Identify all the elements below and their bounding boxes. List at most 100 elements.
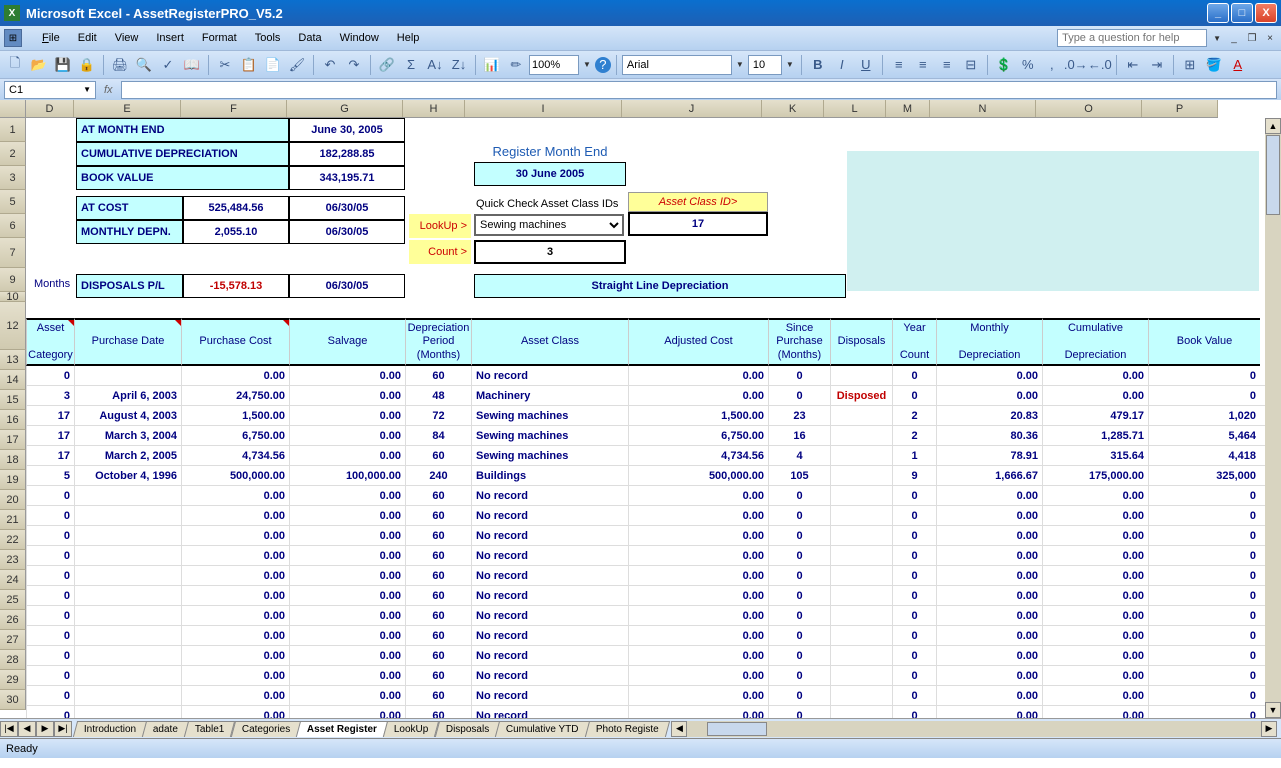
cell-mdep[interactable]: 20.83	[936, 406, 1042, 426]
cell-period[interactable]: 60	[405, 626, 471, 646]
font-size-input[interactable]	[748, 55, 782, 75]
cell-bv[interactable]: 0	[1148, 626, 1260, 646]
col-header-E[interactable]: E	[74, 100, 181, 117]
depreciation-method[interactable]: Straight Line Depreciation	[474, 274, 846, 298]
tab-nav-next-icon[interactable]: ▶	[36, 721, 54, 737]
row-header-10[interactable]: 10	[0, 292, 26, 302]
chart-icon[interactable]: 📊	[481, 54, 503, 76]
cell-cdep[interactable]: 0.00	[1042, 506, 1148, 526]
cell-salvage[interactable]: 0.00	[289, 566, 405, 586]
row-header-7[interactable]: 7	[0, 238, 26, 268]
cell-class[interactable]: No record	[471, 506, 628, 526]
cell-date[interactable]	[74, 646, 181, 666]
merge-icon[interactable]: ⊟	[960, 54, 982, 76]
cell-since[interactable]: 4	[768, 446, 830, 466]
cell-date[interactable]: March 2, 2005	[74, 446, 181, 466]
sheet-tab-categories[interactable]: Categories	[231, 721, 302, 737]
cell-since[interactable]: 0	[768, 626, 830, 646]
cell-cdep[interactable]: 0.00	[1042, 366, 1148, 386]
cell-bv[interactable]: 0	[1148, 366, 1260, 386]
cell-bv[interactable]: 0	[1148, 586, 1260, 606]
cell-since[interactable]: 16	[768, 426, 830, 446]
increase-decimal-icon[interactable]: .0→	[1065, 54, 1087, 76]
save-icon[interactable]: 💾	[52, 54, 74, 76]
row-header-27[interactable]: 27	[0, 630, 26, 650]
cell-cat[interactable]: 0	[26, 626, 74, 646]
cell-salvage[interactable]: 0.00	[289, 386, 405, 406]
font-dropdown-icon[interactable]: ▼	[734, 60, 746, 69]
cell-mdep[interactable]: 0.00	[936, 586, 1042, 606]
cell-cdep[interactable]: 175,000.00	[1042, 466, 1148, 486]
spreadsheet-grid[interactable]: DEFGHIJKLMNOP 12356791012131415161718192…	[0, 100, 1281, 718]
col-header-P[interactable]: P	[1142, 100, 1218, 117]
paste-icon[interactable]: 📄	[262, 54, 284, 76]
cell-cost[interactable]: 0.00	[181, 546, 289, 566]
cell-cat[interactable]: 0	[26, 546, 74, 566]
row-header-28[interactable]: 28	[0, 650, 26, 670]
cell-period[interactable]: 60	[405, 586, 471, 606]
name-box[interactable]: C1▼	[4, 81, 96, 99]
cell-mdep[interactable]: 78.91	[936, 446, 1042, 466]
cell-class[interactable]: No record	[471, 626, 628, 646]
maximize-button[interactable]: □	[1231, 3, 1253, 23]
cell-since[interactable]: 105	[768, 466, 830, 486]
cell-salvage[interactable]: 0.00	[289, 546, 405, 566]
cell-class[interactable]: Sewing machines	[471, 426, 628, 446]
cell-adj[interactable]: 0.00	[628, 686, 768, 706]
cell-cat[interactable]: 0	[26, 666, 74, 686]
cell-period[interactable]: 60	[405, 686, 471, 706]
header-purDate[interactable]: Purchase Date	[74, 318, 181, 366]
permission-icon[interactable]: 🔒	[76, 54, 98, 76]
row-header-21[interactable]: 21	[0, 510, 26, 530]
header-sincePur[interactable]: SincePurchase(Months)	[768, 318, 830, 366]
row-header-30[interactable]: 30	[0, 690, 26, 710]
cell-class[interactable]: No record	[471, 546, 628, 566]
sort-asc-icon[interactable]: A↓	[424, 54, 446, 76]
align-center-icon[interactable]: ≡	[912, 54, 934, 76]
decrease-indent-icon[interactable]: ⇤	[1122, 54, 1144, 76]
hscroll-thumb[interactable]	[707, 722, 767, 736]
menu-format[interactable]: Format	[194, 29, 245, 47]
cell-cdep[interactable]: 1,285.71	[1042, 426, 1148, 446]
menu-view[interactable]: View	[107, 29, 147, 47]
cell-adj[interactable]: 1,500.00	[628, 406, 768, 426]
underline-icon[interactable]: U	[855, 54, 877, 76]
drawing-icon[interactable]: ✏	[505, 54, 527, 76]
cell-disp[interactable]	[830, 606, 892, 626]
cell-period[interactable]: 84	[405, 426, 471, 446]
cell-cost[interactable]: 0.00	[181, 566, 289, 586]
cell-mdep[interactable]: 80.36	[936, 426, 1042, 446]
cell-period[interactable]: 60	[405, 546, 471, 566]
cell-salvage[interactable]: 0.00	[289, 666, 405, 686]
cell-disp[interactable]	[830, 646, 892, 666]
cell-salvage[interactable]: 0.00	[289, 366, 405, 386]
cell-disp[interactable]	[830, 686, 892, 706]
close-button[interactable]: X	[1255, 3, 1277, 23]
cell-cat[interactable]: 3	[26, 386, 74, 406]
col-header-D[interactable]: D	[26, 100, 74, 117]
cell-cost[interactable]: 0.00	[181, 506, 289, 526]
cell-mdep[interactable]: 0.00	[936, 386, 1042, 406]
cell-since[interactable]: 0	[768, 526, 830, 546]
cell-class[interactable]: No record	[471, 666, 628, 686]
cell-yc[interactable]: 2	[892, 426, 936, 446]
cell-cost[interactable]: 0.00	[181, 486, 289, 506]
cell-bv[interactable]: 0	[1148, 486, 1260, 506]
cell-bv[interactable]: 0	[1148, 646, 1260, 666]
cell-class[interactable]: Sewing machines	[471, 406, 628, 426]
fill-color-icon[interactable]: 🪣	[1203, 54, 1225, 76]
row-header-5[interactable]: 5	[0, 190, 26, 214]
print-preview-icon[interactable]: 🔍	[133, 54, 155, 76]
italic-icon[interactable]: I	[831, 54, 853, 76]
cell-cdep[interactable]: 315.64	[1042, 446, 1148, 466]
cell-disp[interactable]	[830, 426, 892, 446]
cell-since[interactable]: 0	[768, 606, 830, 626]
cell-date[interactable]	[74, 686, 181, 706]
header-purCost[interactable]: Purchase Cost	[181, 318, 289, 366]
cell-salvage[interactable]: 0.00	[289, 526, 405, 546]
cell-since[interactable]: 0	[768, 686, 830, 706]
cell-cdep[interactable]: 0.00	[1042, 486, 1148, 506]
cell-mdep[interactable]: 0.00	[936, 686, 1042, 706]
menu-file[interactable]: File	[34, 29, 68, 47]
cell-cost[interactable]: 0.00	[181, 586, 289, 606]
